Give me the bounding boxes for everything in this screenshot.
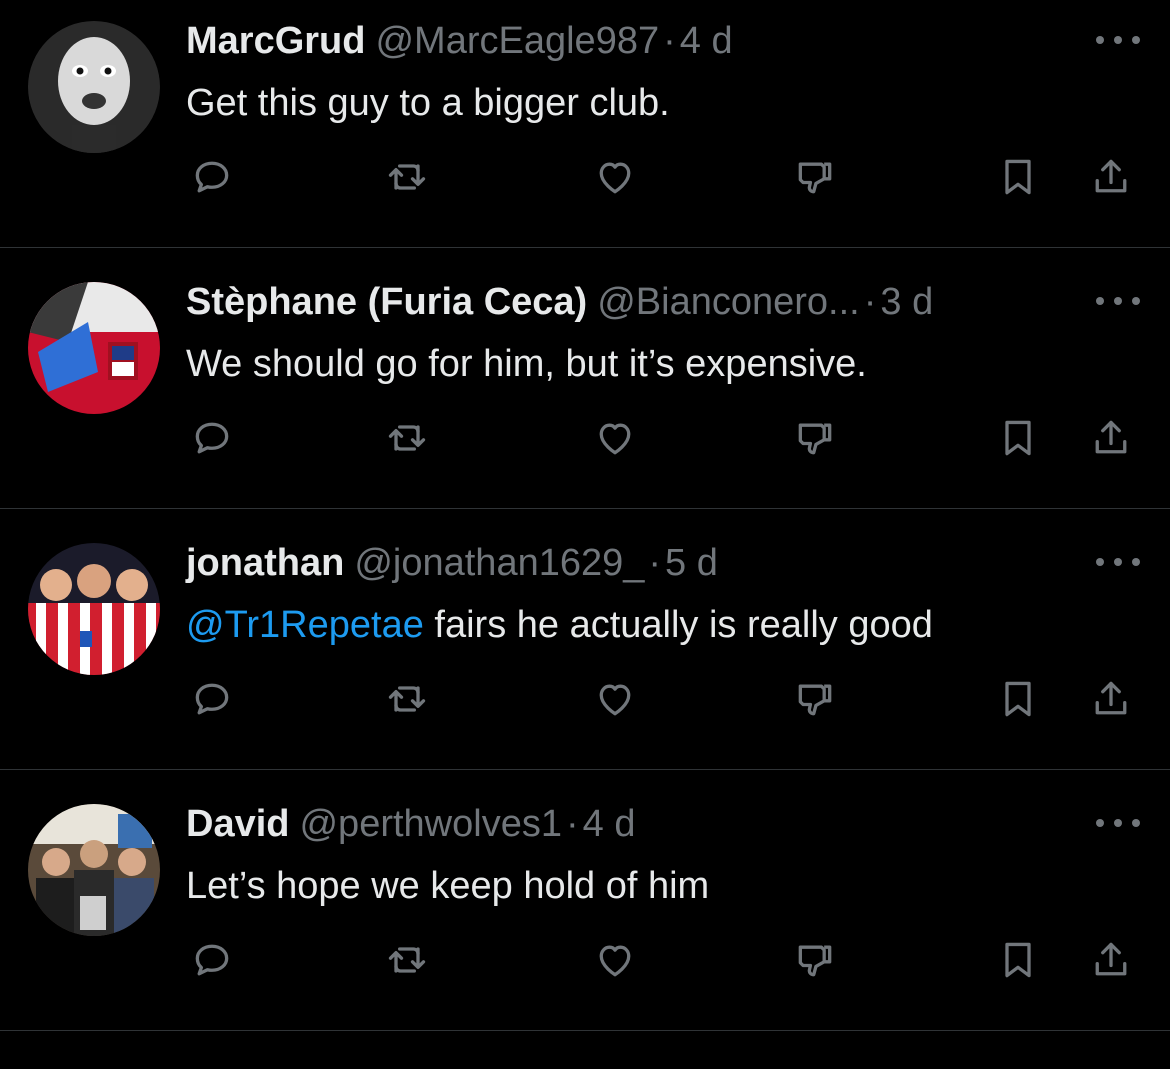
- avatar[interactable]: [28, 543, 160, 675]
- avatar[interactable]: [28, 21, 160, 153]
- reply-body: Get this guy to a bigger club.: [186, 82, 670, 124]
- separator-dot: ·: [863, 281, 877, 323]
- reply-header: MarcGrud @MarcEagle987 · 4 d: [186, 17, 733, 65]
- mention-link[interactable]: @Tr1Repetae: [186, 604, 424, 646]
- reply-text: Let’s hope we keep hold of him: [186, 862, 709, 910]
- display-name[interactable]: MarcGrud: [186, 20, 365, 62]
- reply-text: We should go for him, but it’s expensive…: [186, 340, 867, 388]
- avatar[interactable]: [28, 282, 160, 414]
- display-name[interactable]: jonathan: [186, 542, 344, 584]
- dislike-button[interactable]: [790, 152, 840, 202]
- more-options-icon[interactable]: [1096, 286, 1140, 316]
- share-icon: [1089, 155, 1133, 199]
- bookmark-icon: [996, 155, 1040, 199]
- reply-body: Let’s hope we keep hold of him: [186, 865, 710, 907]
- reply-button[interactable]: [187, 413, 237, 463]
- retweet-button[interactable]: [382, 413, 432, 463]
- bookmark-button[interactable]: [993, 935, 1043, 985]
- like-button[interactable]: [590, 413, 640, 463]
- reply-item[interactable]: Stèphane (Furia Ceca) @Bianconero... · 3 d …: [0, 248, 1170, 509]
- reply-header: jonathan @jonathan1629_ · 5 d: [186, 539, 718, 587]
- retweet-button[interactable]: [382, 152, 432, 202]
- retweet-button[interactable]: [382, 935, 432, 985]
- reply-item[interactable]: David @perthwolves1 · 4 d Let’s hope we kee…: [0, 770, 1170, 1031]
- reply-button[interactable]: [187, 674, 237, 724]
- share-button[interactable]: [1086, 674, 1136, 724]
- user-handle[interactable]: @perthwolves1: [299, 803, 561, 845]
- thumbs-down-icon: [793, 416, 837, 460]
- retweet-button[interactable]: [382, 674, 432, 724]
- retweet-icon: [385, 155, 429, 199]
- separator-dot: ·: [663, 20, 676, 62]
- share-button[interactable]: [1086, 413, 1136, 463]
- thumbs-down-icon: [793, 938, 837, 982]
- reply-bubble-icon: [190, 155, 234, 199]
- heart-icon: [593, 938, 637, 982]
- reply-header: David @perthwolves1 · 4 d: [186, 800, 635, 848]
- heart-icon: [593, 416, 637, 460]
- separator-dot: ·: [565, 803, 579, 845]
- next-reply-partial: [0, 1031, 1170, 1069]
- reply-header: Stèphane (Furia Ceca) @Bianconero... · 3 d: [186, 278, 933, 326]
- display-name[interactable]: David: [186, 803, 289, 845]
- dislike-button[interactable]: [790, 935, 840, 985]
- reply-button[interactable]: [187, 935, 237, 985]
- like-button[interactable]: [590, 935, 640, 985]
- reply-bubble-icon: [190, 677, 234, 721]
- bookmark-icon: [996, 677, 1040, 721]
- separator-dot: ·: [648, 542, 662, 584]
- timestamp[interactable]: 5 d: [665, 542, 718, 584]
- replies-feed: MarcGrud @MarcEagle987 · 4 d Get this guy t…: [0, 0, 1170, 1069]
- timestamp[interactable]: 3 d: [880, 281, 933, 323]
- share-icon: [1089, 416, 1133, 460]
- reply-button[interactable]: [187, 152, 237, 202]
- thumbs-down-icon: [793, 155, 837, 199]
- heart-icon: [593, 155, 637, 199]
- reply-bubble-icon: [190, 416, 234, 460]
- reply-body: We should go for him, but it’s expensive…: [186, 343, 867, 385]
- share-button[interactable]: [1086, 935, 1136, 985]
- more-options-icon[interactable]: [1096, 547, 1140, 577]
- timestamp[interactable]: 4 d: [680, 20, 733, 62]
- avatar[interactable]: [28, 804, 160, 936]
- reply-item[interactable]: MarcGrud @MarcEagle987 · 4 d Get this guy t…: [0, 0, 1170, 248]
- bookmark-icon: [996, 938, 1040, 982]
- dislike-button[interactable]: [790, 413, 840, 463]
- user-handle[interactable]: @Bianconero...: [597, 281, 860, 323]
- reply-bubble-icon: [190, 938, 234, 982]
- retweet-icon: [385, 677, 429, 721]
- retweet-icon: [385, 938, 429, 982]
- timestamp[interactable]: 4 d: [583, 803, 636, 845]
- bookmark-button[interactable]: [993, 413, 1043, 463]
- more-options-icon[interactable]: [1096, 808, 1140, 838]
- heart-icon: [593, 677, 637, 721]
- reply-text: Get this guy to a bigger club.: [186, 79, 670, 127]
- action-bar: [0, 152, 1170, 202]
- share-icon: [1089, 938, 1133, 982]
- bookmark-button[interactable]: [993, 674, 1043, 724]
- action-bar: [0, 413, 1170, 463]
- like-button[interactable]: [590, 674, 640, 724]
- user-handle[interactable]: @MarcEagle987: [375, 20, 659, 62]
- more-options-icon[interactable]: [1096, 25, 1140, 55]
- display-name[interactable]: Stèphane (Furia Ceca): [186, 281, 587, 323]
- reply-item[interactable]: jonathan @jonathan1629_ · 5 d @Tr1Repetae f…: [0, 509, 1170, 770]
- thumbs-down-icon: [793, 677, 837, 721]
- share-button[interactable]: [1086, 152, 1136, 202]
- retweet-icon: [385, 416, 429, 460]
- user-handle[interactable]: @jonathan1629_: [354, 542, 644, 584]
- share-icon: [1089, 677, 1133, 721]
- action-bar: [0, 674, 1170, 724]
- action-bar: [0, 935, 1170, 985]
- like-button[interactable]: [590, 152, 640, 202]
- bookmark-icon: [996, 416, 1040, 460]
- dislike-button[interactable]: [790, 674, 840, 724]
- bookmark-button[interactable]: [993, 152, 1043, 202]
- reply-text: @Tr1Repetae fairs he actually is really …: [186, 601, 933, 649]
- reply-body: fairs he actually is really good: [423, 604, 933, 646]
